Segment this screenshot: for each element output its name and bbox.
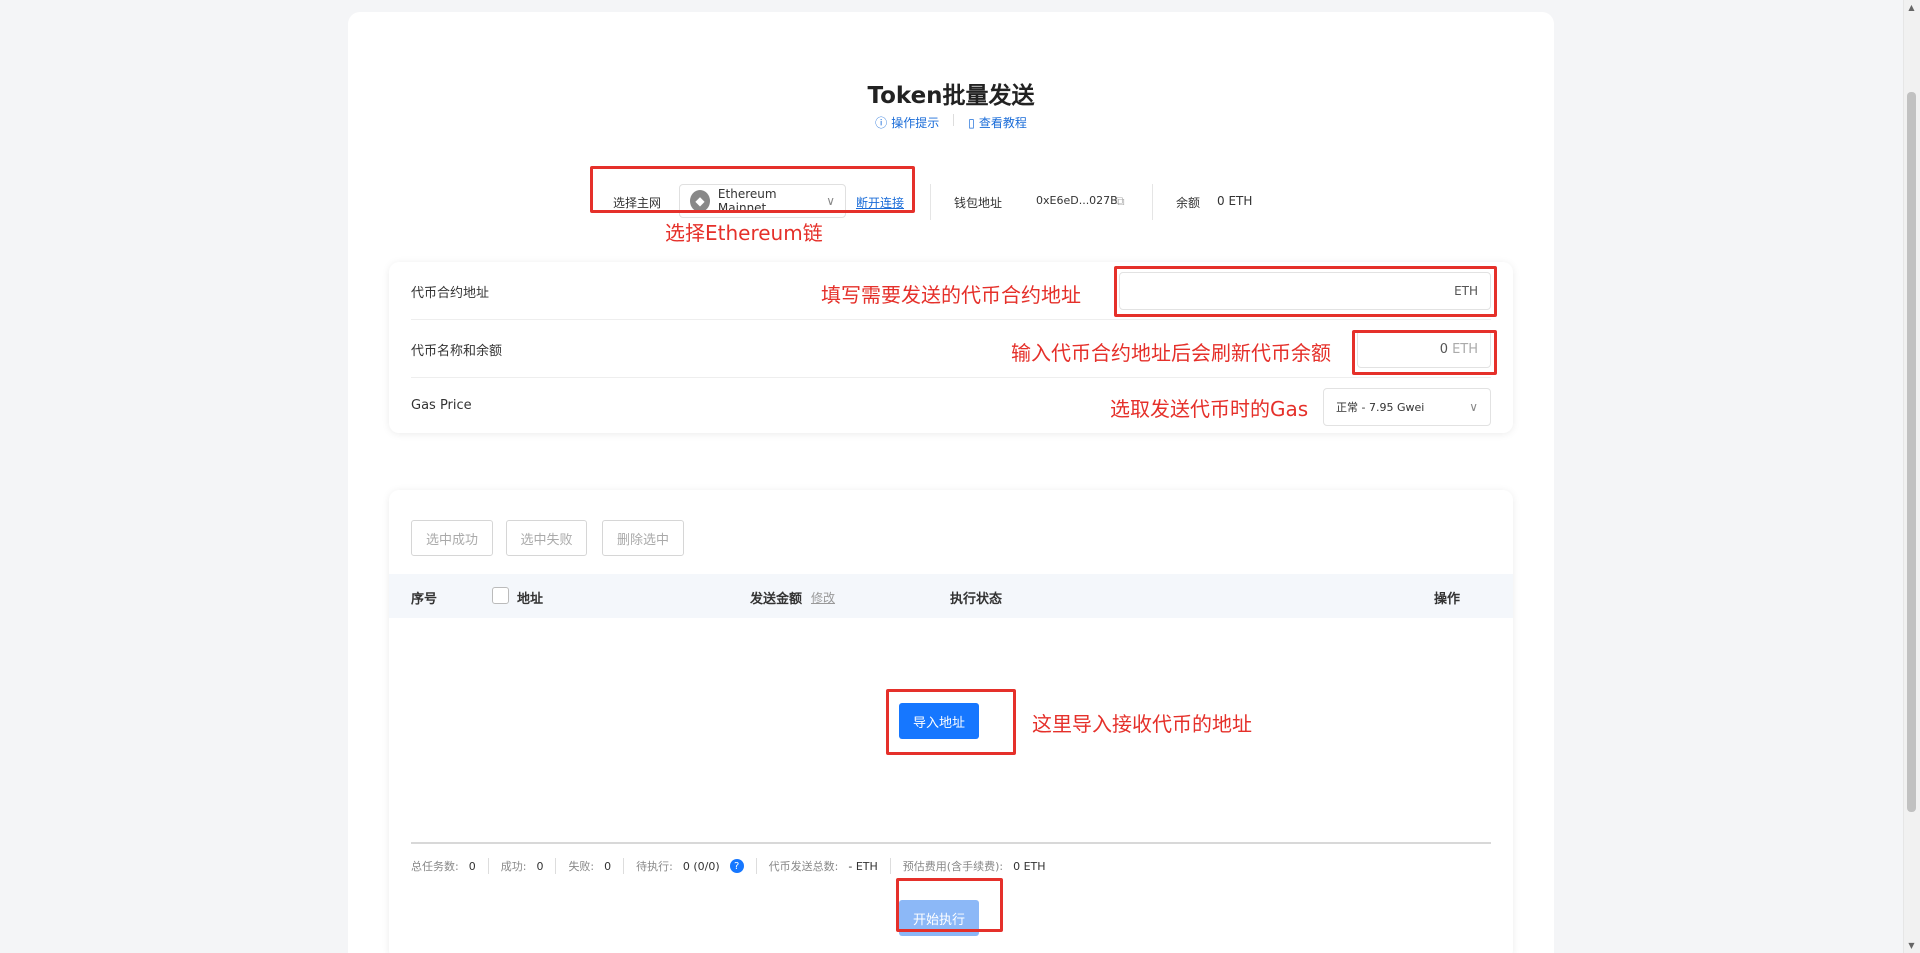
annotation-balance: 输入代币合约地址后会刷新代币余额 — [1011, 341, 1331, 365]
annotation-box-chain — [590, 166, 915, 213]
question-icon[interactable]: ? — [729, 859, 744, 873]
stat-sent-total-label: 代币发送总数: — [768, 860, 839, 873]
vertical-scrollbar[interactable]: ▲ ▼ — [1903, 0, 1920, 953]
col-address-header: 地址 — [517, 592, 544, 607]
edit-amount-link[interactable]: 修改 — [811, 589, 835, 606]
stat-total-value: 0 — [468, 859, 476, 873]
stat-fee-label: 预估费用(含手续费): — [902, 860, 1004, 873]
annotation-box-contract — [1114, 266, 1497, 317]
wallet-label: 钱包地址 — [954, 196, 1003, 210]
stat-sent-total: 代币发送总数: - ETH — [757, 858, 891, 874]
divider — [411, 842, 1491, 844]
network-bar: 选择主网 ◆ Ethereum Mainnet ∨ 断开连接 钱包地址 0xE6… — [348, 180, 1554, 224]
col-status-header: 执行状态 — [950, 592, 1003, 607]
stat-failed-label: 失败: — [568, 860, 595, 873]
stat-success-value: 0 — [536, 859, 544, 873]
stat-total: 总任务数: 0 — [411, 858, 489, 874]
stats-bar: 总任务数: 0 成功: 0 失败: 0 待执行: 0 (0/0) ? 代币发送总… — [411, 858, 1058, 874]
tutorial-link[interactable]: ▯ 查看教程 — [968, 114, 1027, 131]
col-action-header: 操作 — [1434, 592, 1461, 607]
annotation-contract: 填写需要发送的代币合约地址 — [821, 283, 1081, 307]
stat-pending-value: 0 (0/0) — [682, 859, 720, 873]
tutorial-label: 查看教程 — [978, 116, 1027, 130]
annotation-box-balance — [1352, 330, 1497, 375]
table-header: 序号 地址 发送金额 修改 执行状态 操作 — [389, 574, 1513, 618]
scroll-thumb[interactable] — [1907, 92, 1916, 812]
copy-icon[interactable]: ⧉ — [1116, 194, 1125, 209]
stat-sent-total-value: - ETH — [848, 859, 878, 873]
divider — [930, 184, 931, 220]
operation-tip-link[interactable]: ⓘ 操作提示 — [875, 114, 939, 131]
help-links: ⓘ 操作提示 ▯ 查看教程 — [348, 114, 1554, 131]
annotation-box-import — [886, 689, 1016, 755]
document-icon: ▯ — [968, 115, 975, 130]
annotation-gas: 选取发送代币时的Gas — [1110, 397, 1309, 421]
select-success-button[interactable]: 选中成功 — [411, 520, 493, 556]
delete-selected-button[interactable]: 删除选中 — [602, 520, 684, 556]
gas-selected-value: 正常 - 7.95 Gwei — [1336, 401, 1425, 414]
contract-label: 代币合约地址 — [411, 286, 490, 301]
divider — [1152, 184, 1153, 220]
operation-tip-label: 操作提示 — [891, 116, 940, 130]
stat-fee: 预估费用(含手续费): 0 ETH — [891, 858, 1058, 874]
stat-failed-value: 0 — [604, 859, 612, 873]
stat-total-label: 总任务数: — [411, 860, 459, 873]
divider — [953, 114, 955, 126]
main-page: Token批量发送 ⓘ 操作提示 ▯ 查看教程 选择主网 ◆ Ethereum … — [348, 12, 1554, 953]
balance-label: 余额 — [1176, 196, 1201, 210]
gas-row: Gas Price 正常 - 7.95 Gwei ∨ — [411, 378, 1491, 436]
annotation-import: 这里导入接收代币的地址 — [1032, 712, 1252, 736]
annotation-box-start — [896, 878, 1003, 932]
stat-failed: 失败: 0 — [556, 858, 625, 874]
col-amount-header: 发送金额 — [750, 592, 803, 607]
stat-success-label: 成功: — [500, 860, 527, 873]
select-failed-button[interactable]: 选中失败 — [506, 520, 587, 556]
wallet-address: 0xE6eD...027B — [1036, 194, 1118, 207]
col-index-header: 序号 — [411, 592, 438, 607]
page-title: Token批量发送 — [867, 83, 1035, 109]
select-all-checkbox[interactable] — [492, 587, 509, 604]
stat-pending-label: 待执行: — [636, 860, 673, 873]
stat-pending: 待执行: 0 (0/0) ? — [624, 858, 757, 874]
info-icon: ⓘ — [875, 116, 888, 130]
balance-value: 0 ETH — [1217, 194, 1253, 208]
gas-label: Gas Price — [411, 398, 472, 413]
annotation-chain: 选择Ethereum链 — [665, 221, 823, 245]
stat-fee-value: 0 ETH — [1013, 859, 1046, 873]
scroll-up-icon[interactable]: ▲ — [1907, 3, 1916, 12]
token-balance-label: 代币名称和余额 — [411, 344, 503, 359]
gas-price-select[interactable]: 正常 - 7.95 Gwei ∨ — [1323, 388, 1491, 426]
stat-success: 成功: 0 — [489, 858, 557, 874]
scroll-down-icon[interactable]: ▼ — [1907, 941, 1916, 950]
chevron-down-icon: ∨ — [1469, 400, 1478, 414]
